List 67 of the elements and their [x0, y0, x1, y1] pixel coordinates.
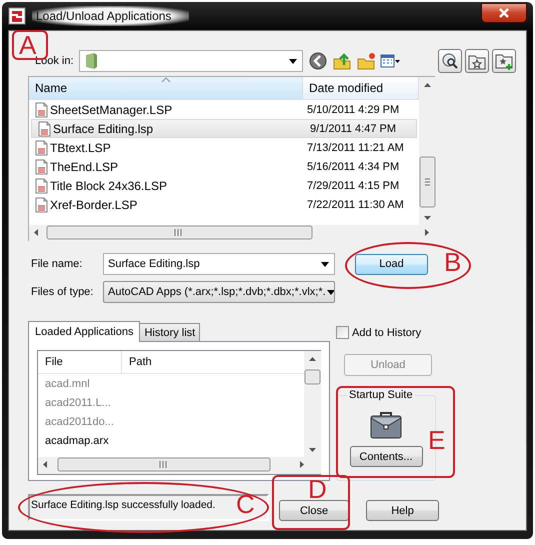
annotation-letter: E [428, 427, 446, 453]
app-icon [8, 7, 26, 25]
file-row[interactable]: Xref-Border.LSP 7/22/2011 11:30 AM [29, 195, 419, 214]
annotation-letter: B [444, 249, 462, 275]
lsp-file-icon [35, 102, 48, 118]
dropdown-arrow-icon [320, 260, 330, 268]
help-button[interactable]: Help [366, 500, 439, 521]
column-header[interactable]: Name [29, 77, 303, 99]
column-header[interactable]: File [38, 351, 122, 373]
list-item[interactable]: acad.mnl [38, 374, 304, 393]
file-row[interactable]: TBtext.LSP 7/13/2011 11:21 AM [29, 138, 419, 157]
window-title: Load/Unload Applications [32, 6, 190, 26]
back-icon[interactable] [308, 51, 328, 71]
lsp-file-icon [35, 178, 48, 194]
checkbox[interactable] [336, 326, 349, 339]
file-date: 5/16/2011 4:34 PM [306, 160, 400, 172]
file-date: 5/10/2011 4:29 PM [306, 104, 400, 116]
horizontal-scrollbar[interactable] [38, 457, 321, 474]
dropdown-arrow-icon [326, 288, 334, 296]
file-type-dropdown[interactable]: AutoCAD Apps (*.arx;*.lsp;*.dvb;*.dbx;*.vlx;*. [103, 281, 335, 303]
file-name: SheetSetManager.LSP [50, 102, 172, 116]
web-search-icon[interactable] [441, 52, 459, 70]
lsp-file-icon [38, 120, 51, 136]
group-title: Startup Suite [347, 389, 415, 401]
file-name: TheEnd.LSP [50, 160, 118, 174]
loaded-applications-list[interactable]: File Path acad.mnl acad2011.L... acad2011do... acadmap.arx [37, 350, 321, 475]
folder-icon [84, 51, 98, 71]
checkbox-label: Add to History [352, 326, 422, 338]
file-date: 7/22/2011 11:30 AM [306, 198, 404, 210]
list-item[interactable]: acad2011do... [38, 412, 304, 431]
file-row[interactable]: TheEnd.LSP 5/16/2011 4:34 PM [29, 157, 419, 176]
file-row[interactable]: Title Block 24x36.LSP 7/29/2011 4:15 PM [29, 176, 419, 195]
tab[interactable]: History list [139, 323, 200, 341]
file-name: Xref-Border.LSP [50, 198, 138, 212]
file-row[interactable]: SheetSetManager.LSP 5/10/2011 4:29 PM [29, 100, 419, 119]
annotation-letter: D [308, 476, 327, 502]
tab[interactable]: Loaded Applications [28, 321, 140, 342]
briefcase-icon [370, 410, 402, 440]
vertical-scrollbar[interactable] [304, 351, 321, 457]
lsp-file-icon [35, 158, 48, 174]
close-button[interactable]: Close [279, 500, 349, 521]
lsp-file-icon [35, 140, 48, 156]
annotation-letter: C [236, 491, 255, 517]
horizontal-scrollbar[interactable] [29, 225, 436, 242]
annotation-letter: A [19, 32, 36, 58]
file-date: 7/29/2011 4:15 PM [306, 180, 400, 192]
dropdown-arrow-icon [288, 57, 298, 65]
file-date: 7/13/2011 11:21 AM [306, 142, 404, 154]
close-icon [498, 8, 510, 18]
field-label: Files of type: [30, 286, 94, 298]
add-favorite-icon[interactable] [495, 52, 513, 70]
new-folder-icon[interactable] [356, 51, 376, 71]
file-name: Surface Editing.lsp [53, 122, 154, 136]
file-date: 9/1/2011 4:47 PM [309, 122, 396, 134]
list-item[interactable]: acad2011.L... [38, 393, 304, 412]
file-name: Title Block 24x36.LSP [50, 178, 167, 192]
lsp-file-icon [35, 196, 48, 212]
file-list[interactable] [28, 76, 435, 241]
load-button[interactable]: Load [355, 254, 428, 274]
file-name: TBtext.LSP [50, 140, 111, 154]
file-row[interactable]: Surface Editing.lsp 9/1/2011 4:47 PM [31, 119, 417, 138]
file-name-field[interactable]: Surface Editing.lsp [103, 253, 335, 275]
contents-button[interactable]: Contents... [350, 446, 422, 467]
list-item[interactable]: acadmap.arx [38, 431, 304, 450]
field-label: File name: [30, 258, 84, 270]
close-button[interactable] [481, 3, 527, 23]
column-header[interactable]: Path [122, 351, 152, 373]
